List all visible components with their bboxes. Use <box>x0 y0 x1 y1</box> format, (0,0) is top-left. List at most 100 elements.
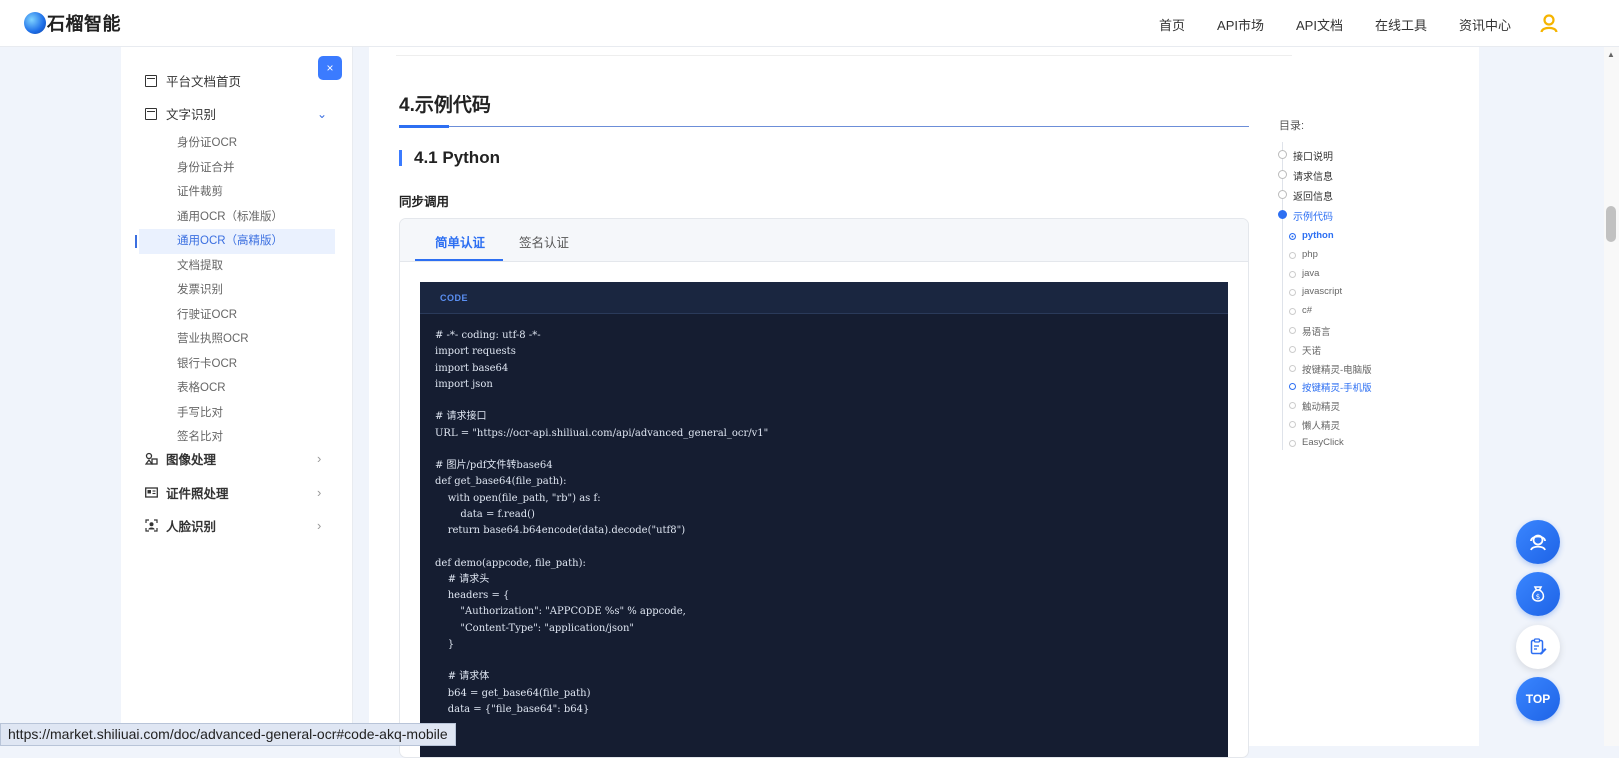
toc-sub-dot <box>1289 233 1296 240</box>
sidebar-group-text-ocr[interactable]: 文字识别 ⌄ <box>145 104 327 123</box>
sidebar-item-id-crop[interactable]: 证件裁剪 <box>139 180 335 205</box>
chevron-right-icon: › <box>317 485 322 500</box>
toc-sub-item[interactable]: 易语言 <box>1302 324 1331 338</box>
toc-sub-item[interactable]: EasyClick <box>1302 437 1344 448</box>
back-to-top-button[interactable]: TOP <box>1516 677 1560 721</box>
code-line: import json <box>435 378 493 390</box>
toc-sub-dot <box>1289 327 1296 334</box>
toc-sub-dot <box>1289 270 1296 278</box>
code-line: # 请求接口 <box>435 411 487 423</box>
sidebar-item-label: 图像处理 <box>166 453 217 467</box>
code-line: b64 = get_base64(file_path) <box>435 687 591 699</box>
title-underline <box>399 125 1249 128</box>
toc-dot <box>1278 210 1287 219</box>
sidebar-item-handwriting-compare[interactable]: 手写比对 <box>139 401 335 426</box>
toc-rail <box>1282 142 1283 450</box>
shapes-icon <box>145 452 158 465</box>
toc-sub-item[interactable]: c# <box>1302 305 1312 316</box>
sidebar-item-doc-home[interactable]: 平台文档首页 <box>145 71 241 90</box>
sidebar-item-signature-compare[interactable]: 签名比对 <box>139 425 335 450</box>
toc-sub-dot <box>1289 439 1296 447</box>
sidebar-group-image[interactable]: 图像处理 › <box>145 449 321 468</box>
sidebar-item-id-card-merge[interactable]: 身份证合并 <box>139 156 335 181</box>
code-line: headers = { <box>435 590 510 601</box>
sidebar-item-general-ocr-standard[interactable]: 通用OCR（标准版） <box>139 205 335 230</box>
toc-sub-item[interactable]: python <box>1302 230 1334 241</box>
nav-home[interactable]: 首页 <box>1159 15 1185 34</box>
scroll-up-arrow-icon[interactable]: ▲ <box>1607 50 1615 59</box>
top-navbar: 石榴智能 首页 API市场 API文档 在线工具 资讯中心 <box>0 0 1619 47</box>
toc-sub-item[interactable]: 按键精灵-电脑版 <box>1302 362 1372 376</box>
brand-logo[interactable]: 石榴智能 <box>24 10 121 36</box>
money-bag-icon: $ <box>1531 586 1545 602</box>
code-line: # 图片/pdf文件转base64 <box>435 460 553 471</box>
toc-sub-item[interactable]: 按键精灵-手机版 <box>1302 380 1372 394</box>
toc-item[interactable]: 返回信息 <box>1293 188 1333 203</box>
toc-sub-item[interactable]: 天诺 <box>1302 343 1321 357</box>
status-bar-url: https://market.shiliuai.com/doc/advanced… <box>0 723 456 746</box>
svg-text:$: $ <box>1536 593 1540 601</box>
pricing-button[interactable]: $ <box>1516 572 1560 616</box>
toc-sub-item[interactable]: 触动精灵 <box>1302 399 1340 413</box>
sidebar-item-table-ocr[interactable]: 表格OCR <box>139 376 335 401</box>
nav-news-center[interactable]: 资讯中心 <box>1459 15 1511 34</box>
sidebar-item-doc-extract[interactable]: 文档提取 <box>139 254 335 279</box>
nav-online-tools[interactable]: 在线工具 <box>1375 15 1427 34</box>
page-scrollbar[interactable] <box>1604 47 1619 746</box>
sidebar-item-general-ocr-advanced[interactable]: 通用OCR（高精版） <box>135 229 335 254</box>
sidebar-item-driving-license[interactable]: 行驶证OCR <box>139 303 335 328</box>
sidebar-group-id-photo[interactable]: 证件照处理 › <box>145 483 321 502</box>
sidebar-item-label: 平台文档首页 <box>166 75 242 89</box>
sidebar-item-id-card-ocr[interactable]: 身份证OCR <box>139 131 335 156</box>
code-tabs-card: 简单认证 签名认证 CODE # -*- coding: utf-8 -*- im… <box>399 218 1249 758</box>
subsection-title: 4.1 Python <box>399 148 500 168</box>
sidebar-item-business-license[interactable]: 营业执照OCR <box>139 327 335 352</box>
code-block: CODE # -*- coding: utf-8 -*- import reque… <box>420 282 1228 757</box>
toc-sub-item[interactable]: java <box>1302 268 1319 279</box>
active-tab-indicator <box>415 259 503 261</box>
toc-item[interactable]: 请求信息 <box>1293 168 1333 183</box>
code-line: "Content-Type": "application/json" <box>435 622 635 634</box>
code-line: # 请求体 <box>435 671 490 683</box>
sidebar-item-label: 人脸识别 <box>166 520 217 534</box>
code-content[interactable]: # -*- coding: utf-8 -*- import requests im… <box>420 314 1228 718</box>
tab-simple-auth[interactable]: 简单认证 <box>435 232 485 251</box>
section-title: 4.示例代码 <box>399 95 491 116</box>
brand-name: 石榴智能 <box>47 14 121 34</box>
toc-dot <box>1278 190 1287 199</box>
toc-item[interactable]: 示例代码 <box>1293 208 1333 223</box>
sidebar-collapse-button[interactable]: × <box>318 56 342 80</box>
toc-sub-item[interactable]: javascript <box>1302 286 1342 297</box>
chevron-right-icon: › <box>317 451 322 466</box>
nav-api-docs[interactable]: API文档 <box>1296 15 1343 34</box>
nav-api-market[interactable]: API市场 <box>1217 15 1264 34</box>
sidebar-item-bank-card[interactable]: 银行卡OCR <box>139 352 335 377</box>
customer-service-button[interactable] <box>1516 520 1560 564</box>
ocr-submenu: 身份证OCR 身份证合并 证件裁剪 通用OCR（标准版） 通用OCR（高精版） … <box>121 131 353 450</box>
code-line: def demo(appcode, file_path): <box>435 557 586 569</box>
code-line: def get_base64(file_path): <box>435 476 567 488</box>
code-line: data = f.read() <box>435 508 535 520</box>
tab-bar: 简单认证 签名认证 <box>400 219 1248 262</box>
tab-signature-auth[interactable]: 签名认证 <box>519 232 569 251</box>
toc-item[interactable]: 接口说明 <box>1293 148 1333 163</box>
scrollbar-thumb[interactable] <box>1606 206 1616 242</box>
code-line: URL = "https://ocr-api.shiliuai.com/api/… <box>435 427 769 439</box>
code-line: with open(file_path, "rb") as f: <box>435 492 601 504</box>
sidebar-item-label: 证件照处理 <box>166 487 229 501</box>
sidebar-item-invoice[interactable]: 发票识别 <box>139 278 335 303</box>
toc-sub-item[interactable]: php <box>1302 249 1318 260</box>
toc-sub-item[interactable]: 懒人精灵 <box>1302 418 1340 432</box>
toc-dot <box>1278 170 1287 179</box>
feedback-button[interactable] <box>1516 625 1560 669</box>
toc-dot <box>1278 150 1287 159</box>
chevron-right-icon: › <box>317 518 322 533</box>
sidebar-group-face[interactable]: 人脸识别 › <box>145 516 321 535</box>
clipboard-edit-icon <box>1530 638 1547 655</box>
sidebar-item-label: 文字识别 <box>166 108 217 122</box>
code-line: import base64 <box>435 362 509 374</box>
call-type-heading: 同步调用 <box>399 195 450 209</box>
user-icon[interactable] <box>1539 13 1559 33</box>
